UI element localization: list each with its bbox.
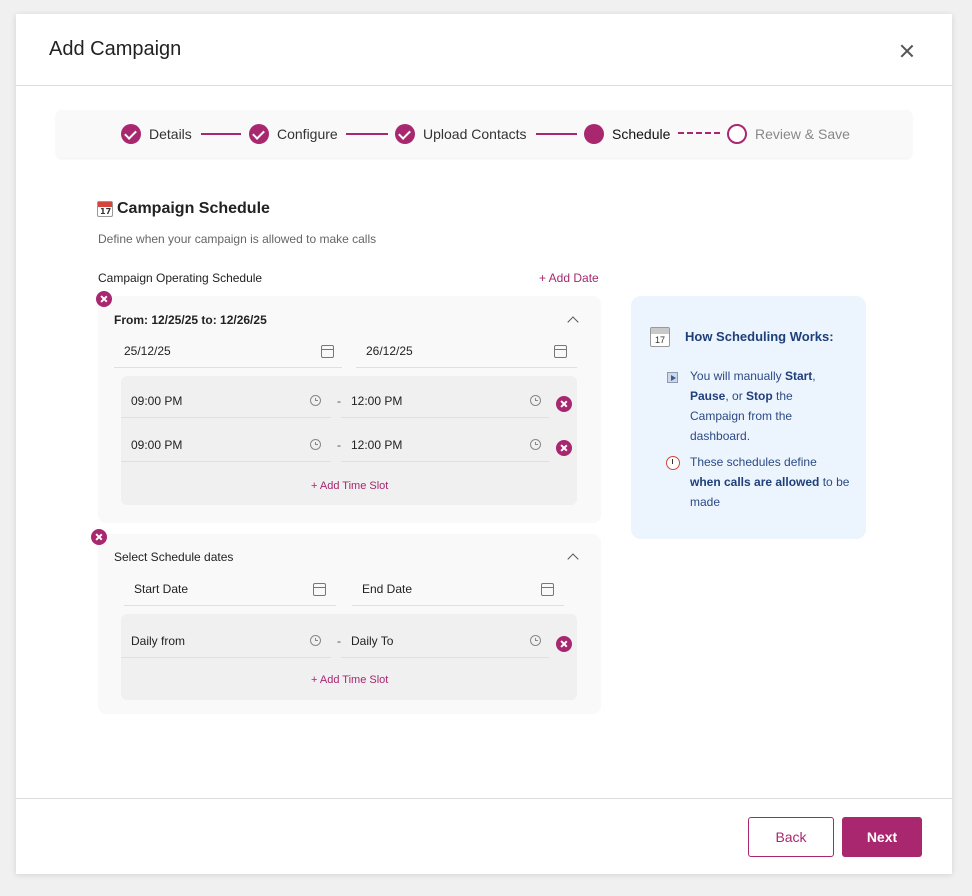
alarm-clock-icon — [666, 456, 680, 470]
end-date-value: 26/12/25 — [366, 343, 413, 358]
add-date-link[interactable]: + Add Date — [539, 271, 599, 285]
step-configure[interactable]: Configure — [249, 123, 338, 145]
daily-from-field[interactable]: Daily from — [121, 624, 331, 658]
clock-icon — [530, 439, 541, 450]
start-date-field[interactable]: Start Date — [124, 572, 336, 606]
slot-to-value: 12:00 PM — [351, 437, 403, 452]
end-date-placeholder: End Date — [362, 581, 413, 596]
step-connector-dashed — [678, 132, 720, 134]
start-date-placeholder: Start Date — [134, 581, 189, 596]
info-title: How Scheduling Works: — [685, 329, 834, 344]
schedule-card-2: Select Schedule dates Start Date End Dat… — [98, 534, 601, 714]
info-item-schedules: These schedules define when calls are al… — [690, 455, 850, 509]
active-step-dot — [584, 124, 604, 144]
operating-schedule-label: Campaign Operating Schedule — [98, 271, 263, 285]
end-date-field[interactable]: 26/12/25 — [356, 334, 577, 368]
step-connector — [201, 133, 241, 135]
slot-from-value: 09:00 PM — [131, 437, 183, 452]
remove-schedule-icon[interactable] — [96, 291, 112, 307]
stepper: Details Configure Upload Contacts Schedu… — [56, 110, 912, 158]
back-button[interactable]: Back — [748, 817, 834, 857]
chevron-up-icon[interactable] — [567, 553, 579, 565]
time-slots: Daily from - Daily To + Add Time Slot — [121, 614, 577, 700]
step-label: Review & Save — [755, 126, 850, 142]
empty-step-circle — [727, 124, 747, 144]
add-time-slot-link[interactable]: + Add Time Slot — [311, 674, 388, 686]
slot-to-field[interactable]: 12:00 PM — [341, 428, 549, 462]
check-icon — [395, 124, 415, 144]
slot-from-field[interactable]: 09:00 PM — [121, 384, 331, 418]
section-title-text: Campaign Schedule — [117, 200, 270, 217]
step-label: Schedule — [612, 126, 671, 142]
start-date-field[interactable]: 25/12/25 — [114, 334, 342, 368]
calendar-icon[interactable] — [541, 583, 554, 596]
check-icon — [249, 124, 269, 144]
select-dates-heading: Select Schedule dates — [114, 550, 234, 564]
start-date-value: 25/12/25 — [124, 343, 171, 358]
schedule-card-1: From: 12/25/25 to: 12/26/25 25/12/25 26/… — [98, 296, 601, 523]
step-upload-contacts[interactable]: Upload Contacts — [395, 123, 527, 145]
time-slots: 09:00 PM - 12:00 PM 09:00 PM - 12:00 PM … — [121, 376, 577, 505]
modal-title: Add Campaign — [49, 38, 182, 60]
end-date-field[interactable]: End Date — [352, 572, 564, 606]
daily-to-field[interactable]: Daily To — [341, 624, 549, 658]
calendar-icon[interactable] — [313, 583, 326, 596]
info-item-manual: You will manually Start, Pause, or Stop … — [690, 369, 816, 443]
clock-icon — [530, 395, 541, 406]
step-connector — [536, 133, 577, 135]
next-button[interactable]: Next — [842, 817, 922, 857]
section-title: Campaign Schedule — [97, 200, 270, 218]
daily-from-placeholder: Daily from — [131, 633, 186, 648]
slot-from-field[interactable]: 09:00 PM — [121, 428, 331, 462]
step-label: Details — [149, 126, 192, 142]
date-range-heading: From: 12/25/25 to: 12/26/25 — [114, 313, 267, 327]
calendar-icon[interactable] — [321, 345, 334, 358]
add-campaign-modal: Add Campaign Details Configure Upload Co… — [16, 14, 952, 874]
daily-to-placeholder: Daily To — [351, 633, 394, 648]
calendar-icon — [650, 327, 670, 347]
remove-slot-icon[interactable] — [556, 440, 572, 456]
check-icon — [121, 124, 141, 144]
step-details[interactable]: Details — [121, 123, 192, 145]
modal-header: Add Campaign — [16, 14, 952, 86]
remove-schedule-icon[interactable] — [91, 529, 107, 545]
clock-icon — [530, 635, 541, 646]
step-review-save[interactable]: Review & Save — [727, 123, 850, 145]
clock-icon — [310, 395, 321, 406]
slot-to-value: 12:00 PM — [351, 393, 403, 408]
add-time-slot-link[interactable]: + Add Time Slot — [311, 480, 388, 492]
clock-icon — [310, 635, 321, 646]
calendar-icon — [97, 201, 113, 217]
step-label: Upload Contacts — [423, 126, 527, 142]
section-subtitle: Define when your campaign is allowed to … — [98, 232, 377, 246]
slot-from-value: 09:00 PM — [131, 393, 183, 408]
play-icon — [667, 372, 678, 383]
modal-footer: Back Next — [16, 798, 952, 874]
step-label: Configure — [277, 126, 338, 142]
step-schedule[interactable]: Schedule — [584, 123, 670, 145]
remove-slot-icon[interactable] — [556, 396, 572, 412]
calendar-icon[interactable] — [554, 345, 567, 358]
step-connector — [346, 133, 388, 135]
chevron-up-icon[interactable] — [567, 316, 579, 328]
clock-icon — [310, 439, 321, 450]
remove-slot-icon[interactable] — [556, 636, 572, 652]
slot-to-field[interactable]: 12:00 PM — [341, 384, 549, 418]
scheduling-info-card: How Scheduling Works: You will manually … — [631, 296, 866, 539]
close-icon[interactable] — [896, 40, 918, 62]
